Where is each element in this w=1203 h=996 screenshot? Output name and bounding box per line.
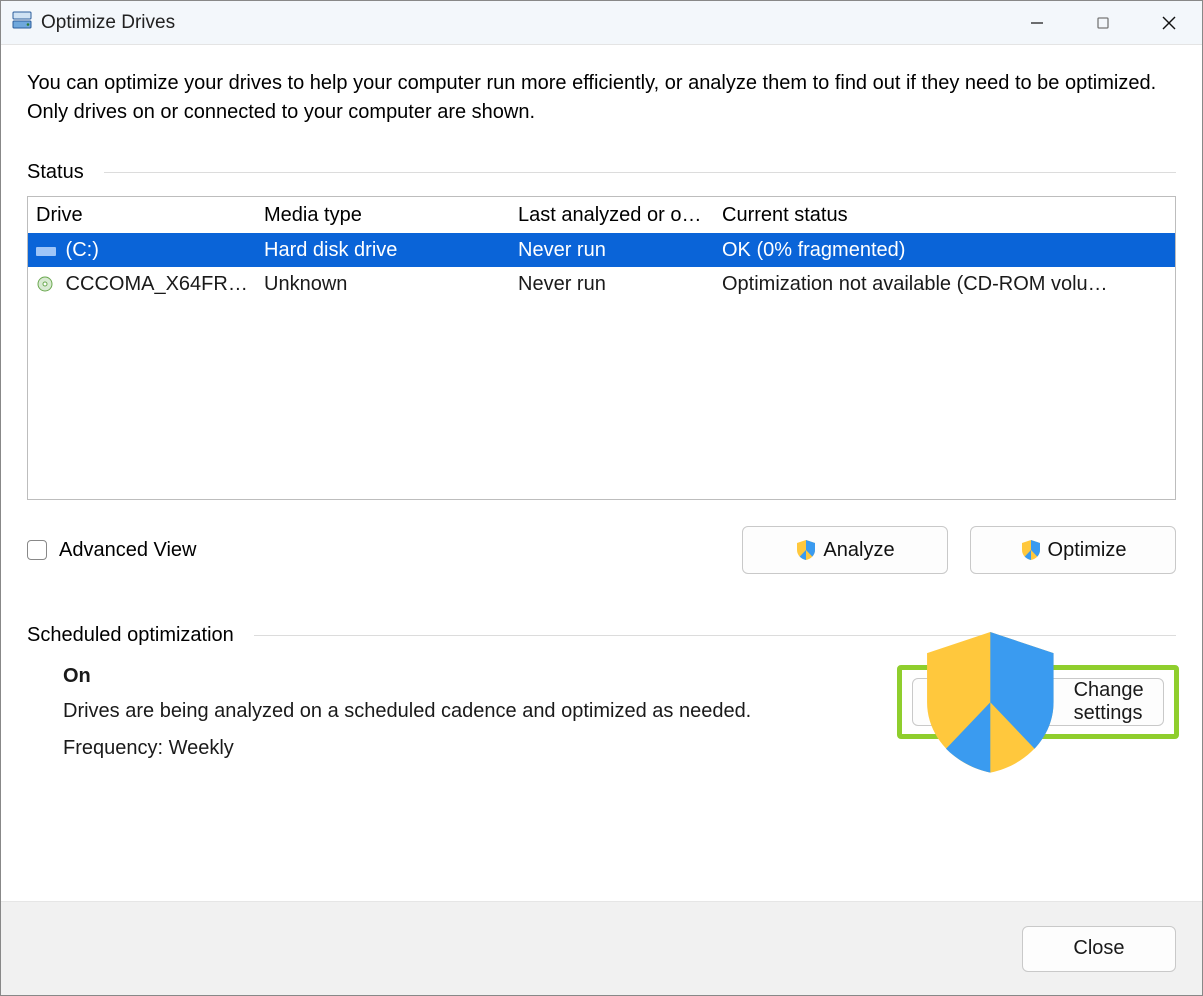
analyze-label: Analyze [823,539,894,562]
schedule-state: On [63,665,751,688]
drive-status: Optimization not available (CD-ROM volu… [714,273,1175,296]
shield-icon [795,539,817,561]
col-media[interactable]: Media type [256,204,510,227]
col-last[interactable]: Last analyzed or op… [510,204,714,227]
drive-status: OK (0% fragmented) [714,239,1175,262]
analyze-button[interactable]: Analyze [742,526,948,574]
drive-name: (C:) [60,239,99,261]
highlight-box: Change settings [897,665,1179,739]
maximize-button[interactable] [1070,1,1136,44]
optimize-label: Optimize [1048,539,1127,562]
advanced-view-input[interactable] [27,540,47,560]
change-settings-label: Change settings [1074,679,1163,725]
shield-icon [913,625,1068,780]
intro-text: You can optimize your drives to help you… [27,69,1176,127]
col-drive[interactable]: Drive [28,204,256,227]
drive-row[interactable]: (C:) Hard disk drive Never run OK (0% fr… [28,233,1175,267]
schedule-freq: Frequency: Weekly [63,737,751,760]
drive-media: Hard disk drive [256,239,510,262]
close-button[interactable]: Close [1022,926,1176,972]
advanced-view-label: Advanced View [59,539,197,562]
minimize-button[interactable] [1004,1,1070,44]
drive-list[interactable]: Drive Media type Last analyzed or op… Cu… [27,196,1176,500]
dialog-footer: Close [1,901,1202,995]
status-label: Status [27,161,84,184]
schedule-desc: Drives are being analyzed on a scheduled… [63,700,751,723]
advanced-view-checkbox[interactable]: Advanced View [27,539,197,562]
app-icon [11,9,33,37]
cd-icon [36,275,56,291]
optimize-button[interactable]: Optimize [970,526,1176,574]
hdd-icon [36,241,56,257]
titlebar: Optimize Drives [1,1,1202,45]
shield-icon [1020,539,1042,561]
schedule-label: Scheduled optimization [27,624,234,647]
drive-name: CCCOMA_X64FRE_… [60,273,256,295]
status-section-header: Status [27,161,1176,184]
drive-media: Unknown [256,273,510,296]
close-label: Close [1073,937,1124,960]
window-title: Optimize Drives [41,12,175,34]
col-current[interactable]: Current status [714,204,1175,227]
drive-last: Never run [510,273,714,296]
close-window-button[interactable] [1136,1,1202,44]
drive-list-header: Drive Media type Last analyzed or op… Cu… [28,197,1175,233]
drive-row[interactable]: CCCOMA_X64FRE_… Unknown Never run Optimi… [28,267,1175,301]
divider [104,172,1176,173]
drive-last: Never run [510,239,714,262]
change-settings-button[interactable]: Change settings [912,678,1164,726]
